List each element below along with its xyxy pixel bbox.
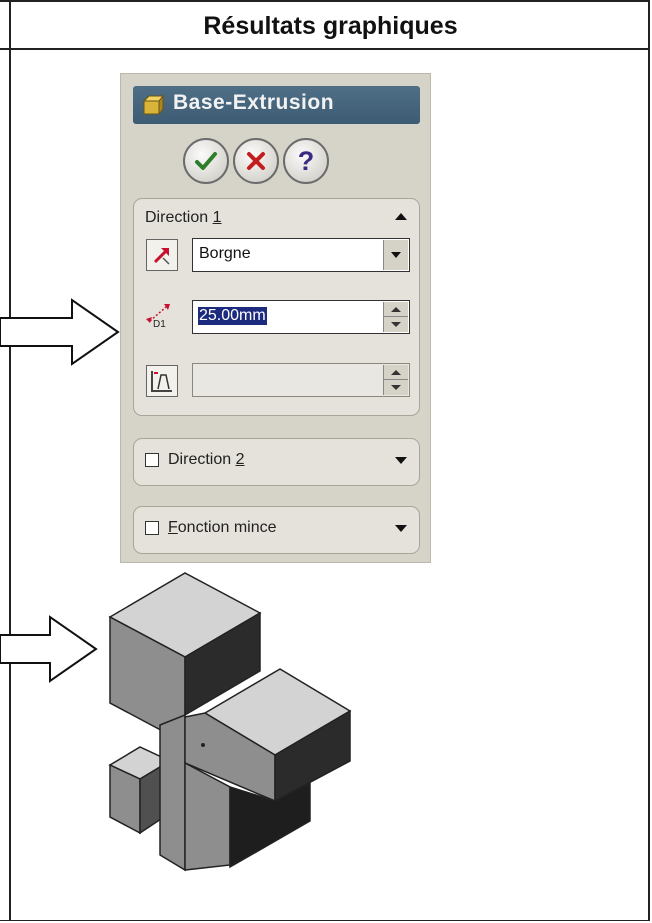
end-condition-select[interactable]: Borgne [192, 238, 410, 272]
ok-button[interactable] [183, 138, 229, 184]
table-left-border [9, 0, 11, 921]
cancel-button[interactable] [233, 138, 279, 184]
cross-icon [247, 152, 265, 170]
depth-input[interactable]: 25.00mm [192, 300, 410, 334]
panel-titlebar: Base-Extrusion [133, 86, 420, 124]
thin-feature-group[interactable]: Fonction mince [133, 506, 420, 554]
check-icon [195, 152, 217, 170]
direction1-label[interactable]: Direction 1 [145, 209, 221, 227]
reverse-direction-button[interactable] [146, 239, 178, 271]
extrude-feature-icon [142, 94, 164, 116]
base-extrusion-panel: Base-Extrusion ? Direction 1 Borgne D1 2… [120, 73, 431, 563]
expand-chevron-icon[interactable] [395, 525, 407, 532]
end-condition-value: Borgne [199, 245, 251, 262]
draft-spinner[interactable] [383, 365, 408, 395]
direction2-group[interactable]: Direction 2 [133, 438, 420, 486]
page-title: Résultats graphiques [203, 11, 458, 40]
draft-icon [151, 371, 172, 392]
question-icon: ? [297, 145, 315, 176]
direction2-label[interactable]: Direction 2 [168, 451, 244, 469]
arrow-to-depth-icon [0, 298, 120, 366]
expand-chevron-icon[interactable] [395, 457, 407, 464]
extruded-part-3d-view [108, 572, 352, 872]
draft-toggle-button[interactable] [146, 365, 178, 397]
svg-text:D1: D1 [153, 319, 166, 330]
help-button[interactable]: ? [283, 138, 329, 184]
draft-angle-input[interactable] [192, 363, 410, 397]
depth-spinner[interactable] [383, 302, 408, 332]
depth-icon: D1 [146, 304, 170, 330]
table-header: Résultats graphiques [0, 0, 650, 50]
direction2-checkbox[interactable] [145, 453, 159, 467]
panel-title: Base-Extrusion [173, 91, 335, 114]
direction1-group: Direction 1 Borgne D1 25.00mm [133, 198, 420, 416]
dropdown-arrow-icon[interactable] [383, 240, 408, 270]
reverse-direction-icon [153, 248, 170, 265]
collapse-chevron-icon[interactable] [395, 213, 407, 220]
depth-value: 25.00mm [198, 307, 267, 325]
thin-feature-label[interactable]: Fonction mince [168, 519, 277, 537]
thin-feature-checkbox[interactable] [145, 521, 159, 535]
